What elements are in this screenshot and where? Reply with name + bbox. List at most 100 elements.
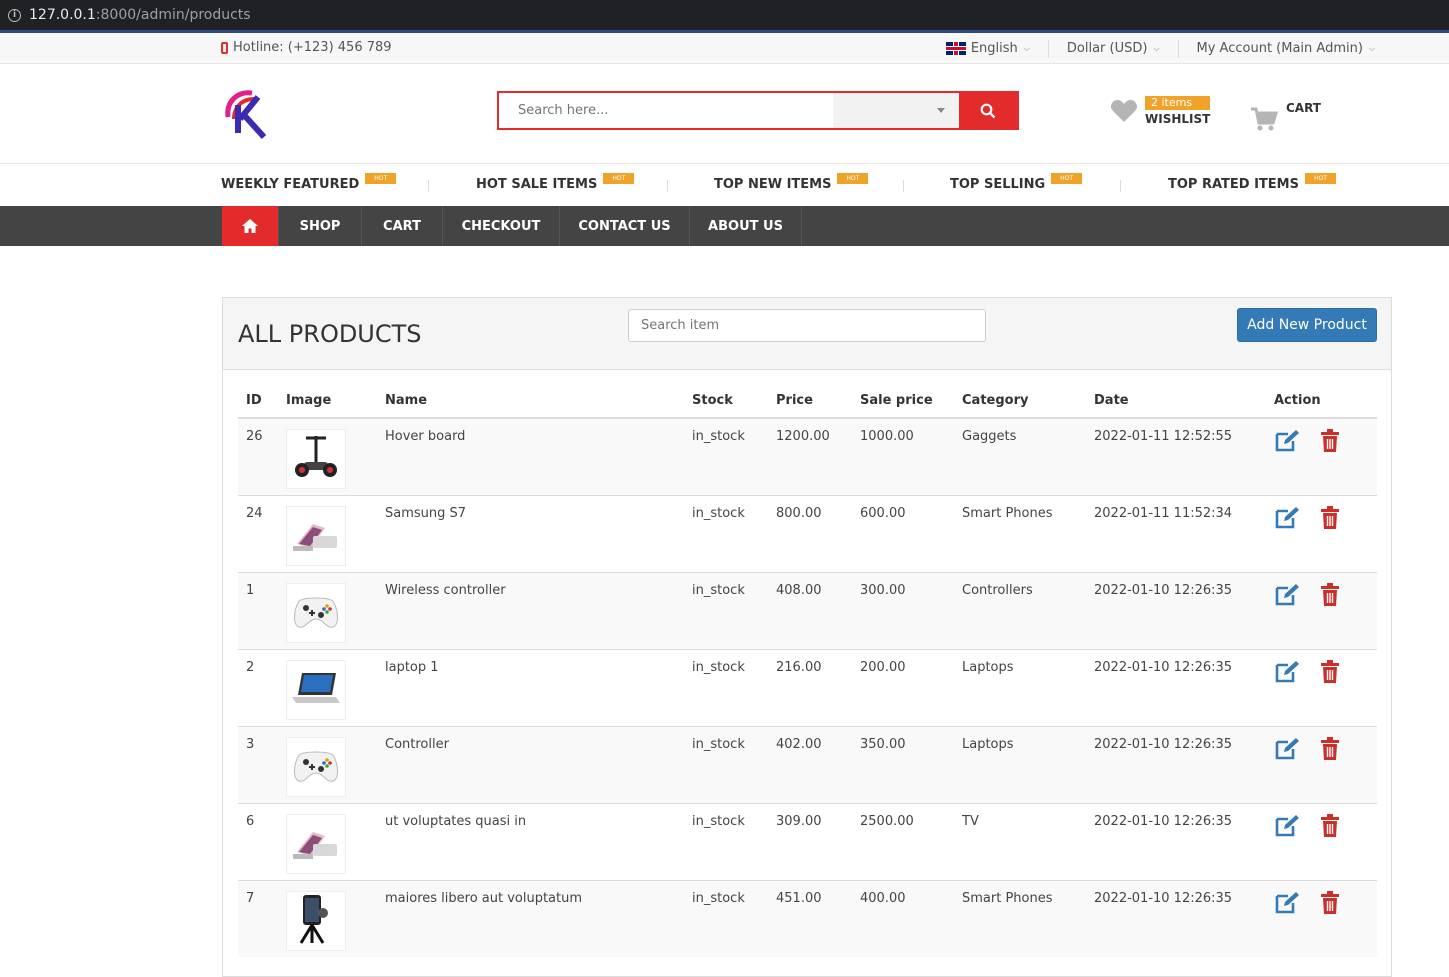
nav-cart[interactable]: CART xyxy=(362,206,443,246)
account-label: My Account (Main Admin) xyxy=(1196,41,1363,56)
trash-icon[interactable] xyxy=(1320,890,1340,919)
table-row: 7 maiores libero aut voluptatum in_stock 45… xyxy=(238,879,1377,957)
cell-category: Gaggets xyxy=(954,417,1086,495)
hot-link-hot-sale[interactable]: HOT SALE ITEMS HOT xyxy=(476,173,635,192)
cell-stock: in_stock xyxy=(684,879,768,957)
trash-icon[interactable] xyxy=(1320,505,1340,534)
cell-category: Laptops xyxy=(954,725,1086,803)
cell-image xyxy=(278,494,377,572)
edit-icon[interactable] xyxy=(1274,814,1302,842)
table-row: 24 Samsung S7 in_stock 800.00 600.00 Smart Ph… xyxy=(238,494,1377,572)
chevron-down-icon: ⌵ xyxy=(1023,43,1030,53)
language-selector[interactable]: English ⌵ xyxy=(928,40,1048,58)
trash-icon[interactable] xyxy=(1320,736,1340,765)
edit-icon[interactable] xyxy=(1274,737,1302,765)
cell-action xyxy=(1266,879,1377,957)
table-header-row: ID Image Name Stock Price Sale price Cat… xyxy=(238,386,1377,419)
edit-icon[interactable] xyxy=(1274,891,1302,919)
cell-action xyxy=(1266,494,1377,572)
hot-link-label: WEEKLY FEATURED xyxy=(221,177,360,192)
search-button[interactable] xyxy=(959,93,1017,128)
cart-label: CART xyxy=(1286,101,1321,115)
nav-home[interactable] xyxy=(222,206,279,246)
trash-icon[interactable] xyxy=(1320,582,1340,611)
logo-icon xyxy=(225,90,267,140)
col-sale-price: Sale price xyxy=(852,386,954,419)
phone-image xyxy=(291,822,341,866)
divider xyxy=(903,180,904,192)
url-path: :8000/admin/products xyxy=(95,7,251,23)
hot-link-top-selling[interactable]: TOP SELLING HOT xyxy=(950,173,1083,192)
product-search-input[interactable] xyxy=(628,309,986,342)
cell-date: 2022-01-10 12:26:35 xyxy=(1086,725,1266,803)
cell-image xyxy=(278,879,377,957)
home-icon xyxy=(242,219,258,233)
hot-link-top-new[interactable]: TOP NEW ITEMS HOT xyxy=(714,173,869,192)
edit-icon[interactable] xyxy=(1274,660,1302,688)
hot-link-label: TOP SELLING xyxy=(950,177,1046,192)
hotline: Hotline: (+123) 456 789 xyxy=(221,40,392,55)
divider xyxy=(667,180,668,192)
edit-icon[interactable] xyxy=(1274,429,1302,457)
hot-link-top-rated[interactable]: TOP RATED ITEMS HOT xyxy=(1168,173,1336,192)
hot-link-label: HOT SALE ITEMS xyxy=(476,177,598,192)
trash-icon[interactable] xyxy=(1320,429,1340,457)
product-thumbnail xyxy=(286,890,346,951)
cell-name: ut voluptates quasi in xyxy=(377,802,684,880)
hot-link-weekly-featured[interactable]: WEEKLY FEATURED HOT xyxy=(221,173,397,192)
cell-price: 451.00 xyxy=(768,879,852,957)
nav-shop[interactable]: SHOP xyxy=(279,206,362,246)
hot-tag: HOT xyxy=(365,173,397,184)
site-search-input[interactable] xyxy=(499,93,833,128)
panel-header: ALL PRODUCTS Add New Product xyxy=(223,298,1391,370)
cell-id: 24 xyxy=(238,494,278,572)
cell-action xyxy=(1266,802,1377,880)
cell-action xyxy=(1266,648,1377,726)
browser-url-bar[interactable]: i 127.0.0.1:8000/admin/products xyxy=(0,0,1449,33)
add-new-product-button[interactable]: Add New Product xyxy=(1237,308,1377,342)
cell-price: 309.00 xyxy=(768,802,852,880)
wishlist-link[interactable]: 2 items WISHLIST xyxy=(1110,96,1211,126)
heart-icon xyxy=(1110,100,1138,122)
cell-action xyxy=(1266,417,1377,495)
product-thumbnail xyxy=(286,736,346,797)
cell-stock: in_stock xyxy=(684,494,768,572)
nav-checkout[interactable]: CHECKOUT xyxy=(443,206,560,246)
cell-id: 7 xyxy=(238,879,278,957)
category-dropdown[interactable] xyxy=(833,93,959,128)
hot-tag: HOT xyxy=(1304,173,1336,184)
nav-about-us[interactable]: ABOUT US xyxy=(690,206,802,246)
cell-stock: in_stock xyxy=(684,802,768,880)
hot-links-row: WEEKLY FEATURED HOT HOT SALE ITEMS HOT TOP… xyxy=(0,164,1449,206)
info-icon[interactable]: i xyxy=(8,8,21,22)
main-nav: SHOP CART CHECKOUT CONTACT US ABOUT US xyxy=(0,206,1449,246)
account-menu[interactable]: My Account (Main Admin) ⌵ xyxy=(1177,39,1393,58)
cell-price: 216.00 xyxy=(768,648,852,726)
cart-link[interactable]: CART xyxy=(1250,96,1321,132)
currency-selector[interactable]: Dollar (USD) ⌵ xyxy=(1047,39,1178,58)
cell-price: 1200.00 xyxy=(768,417,852,495)
edit-icon[interactable] xyxy=(1274,506,1302,534)
hotline-text: Hotline: (+123) 456 789 xyxy=(233,40,392,55)
cell-sale-price: 350.00 xyxy=(852,725,954,803)
edit-icon[interactable] xyxy=(1274,583,1302,611)
col-date: Date xyxy=(1086,386,1266,419)
trash-icon[interactable] xyxy=(1320,659,1340,688)
nav-contact-us[interactable]: CONTACT US xyxy=(560,206,690,246)
cell-name: Samsung S7 xyxy=(377,494,684,572)
site-logo[interactable] xyxy=(224,87,268,140)
cell-image xyxy=(278,648,377,726)
cell-id: 3 xyxy=(238,725,278,803)
controller-image xyxy=(291,745,341,789)
cell-stock: in_stock xyxy=(684,571,768,649)
hot-link-label: TOP NEW ITEMS xyxy=(714,177,832,192)
cell-price: 800.00 xyxy=(768,494,852,572)
chevron-down-icon: ⌵ xyxy=(1153,43,1160,53)
hot-tag: HOT xyxy=(603,173,635,184)
cell-category: Controllers xyxy=(954,571,1086,649)
col-stock: Stock xyxy=(684,386,768,419)
cell-image xyxy=(278,417,377,495)
wishlist-label: WISHLIST xyxy=(1145,112,1211,126)
trash-icon[interactable] xyxy=(1320,813,1340,842)
product-thumbnail xyxy=(286,659,346,720)
